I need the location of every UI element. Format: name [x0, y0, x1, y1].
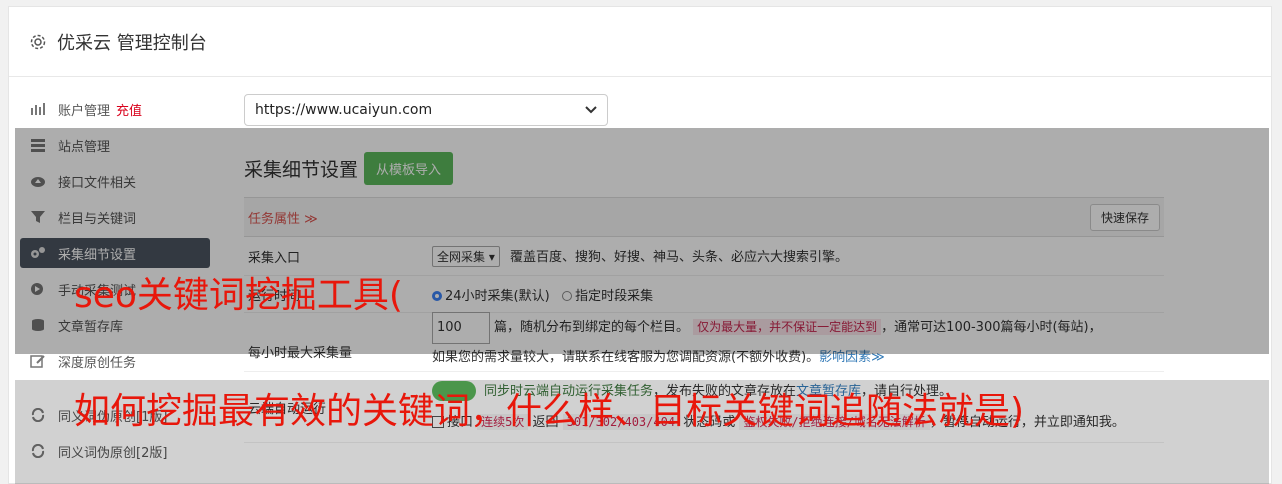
sidebar-item-label: 深度原创任务	[58, 355, 137, 371]
dark-overlay	[15, 128, 1269, 354]
sidebar-item-label: 账户管理	[58, 103, 111, 119]
site-select[interactable]: https://www.ucaiyun.com	[244, 94, 608, 126]
edit-icon	[30, 353, 46, 369]
page-header: 优采云 管理控制台	[9, 7, 1271, 77]
sidebar-item-account[interactable]: 账户管理 充值	[20, 94, 210, 124]
overlay-title-line1: seo关键词挖掘工具(	[74, 275, 403, 316]
gear-icon	[29, 33, 47, 51]
chevron-down-icon	[585, 102, 597, 118]
recharge-link[interactable]: 充值	[116, 100, 142, 119]
bar-chart-icon	[30, 101, 46, 117]
site-select-value: https://www.ucaiyun.com	[255, 102, 433, 118]
scrollbar[interactable]	[1272, 0, 1282, 484]
overlay-title-line2: 如何挖掘最有效的关键词，什么样、目标关键词追随法就是)	[74, 391, 1025, 432]
page-title: 优采云 管理控制台	[57, 32, 207, 54]
